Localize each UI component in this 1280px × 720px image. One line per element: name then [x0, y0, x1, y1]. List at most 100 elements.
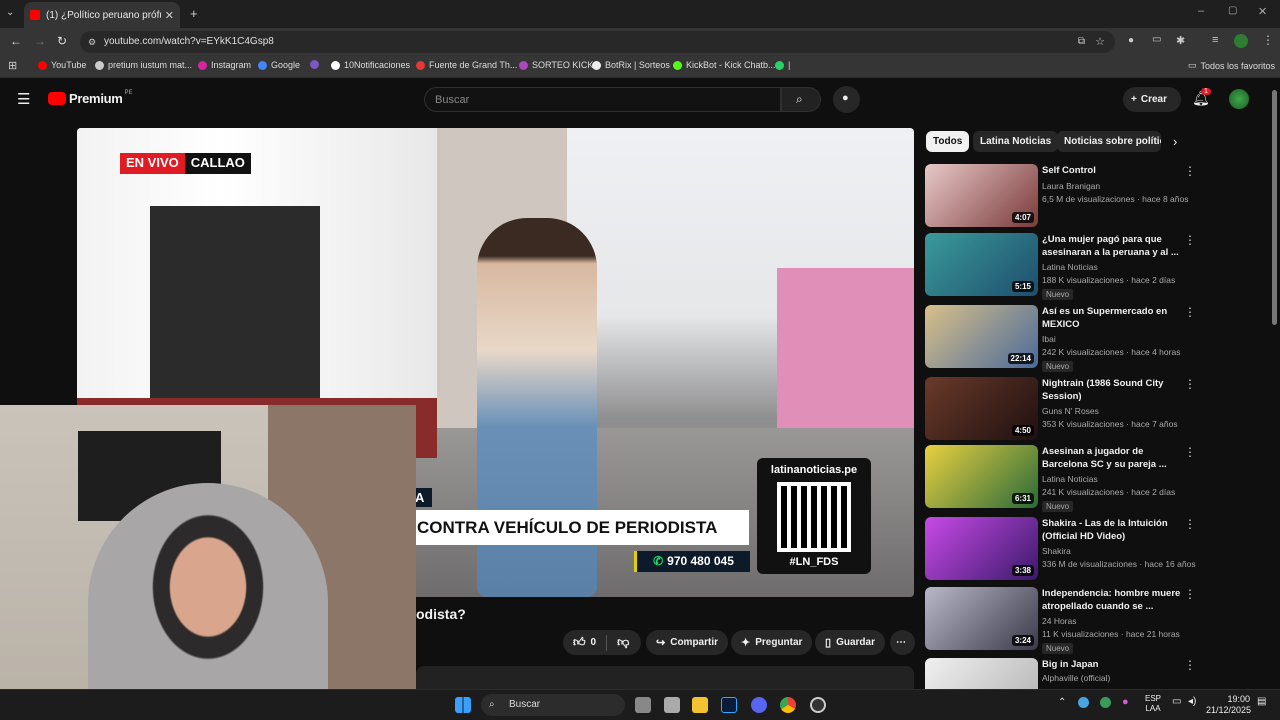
more-options-icon[interactable]: ⋮ — [1184, 445, 1196, 459]
video-thumbnail[interactable]: 3:38 — [925, 517, 1038, 580]
close-tab-icon[interactable]: ✕ — [165, 9, 174, 22]
more-options-icon[interactable]: ⋮ — [1184, 377, 1196, 391]
share-button[interactable]: ↪ Compartir — [646, 630, 729, 655]
rec-channel[interactable]: Latina Noticias — [1042, 474, 1098, 484]
network-icon[interactable]: ▭ — [1172, 696, 1181, 707]
bookmark-item[interactable]: SORTEO KICK — [519, 60, 593, 70]
chevron-right-icon[interactable]: › — [1173, 134, 1177, 149]
description-box[interactable] — [416, 666, 914, 690]
bookmark-item[interactable]: Fuente de Grand Th... — [416, 60, 517, 70]
bookmark-star-icon[interactable]: ☆ — [1095, 31, 1105, 53]
rec-channel[interactable]: Ibai — [1042, 334, 1056, 344]
bookmark-item[interactable]: Google — [258, 60, 300, 70]
dislike-icon[interactable]: 👎︎ — [617, 635, 629, 650]
video-thumbnail[interactable] — [925, 658, 1038, 689]
chip-latina-noticias[interactable]: Latina Noticias — [973, 131, 1059, 152]
tray-icon-1[interactable] — [1078, 697, 1089, 708]
system-clock[interactable]: 19:00 21/12/2025 — [1206, 694, 1251, 716]
chrome-icon[interactable] — [780, 697, 796, 713]
photoshop-icon[interactable] — [721, 697, 737, 713]
browser-menu-icon[interactable]: ⋮ — [1262, 33, 1274, 47]
microphone-tray-icon[interactable]: ● — [1122, 696, 1129, 708]
bookmark-item[interactable]: | — [775, 60, 790, 70]
video-thumbnail[interactable]: 5:15 — [925, 233, 1038, 296]
like-dislike-group[interactable]: 👍︎ 0 👎︎ — [563, 630, 641, 655]
notifications-button[interactable]: 🔔︎ 1 — [1192, 88, 1211, 107]
hamburger-menu-icon[interactable]: ☰ — [17, 90, 30, 108]
recommendation-item[interactable]: 4:07 Self Control Laura Branigan 6,5 M d… — [924, 164, 1200, 228]
maximize-button[interactable]: ▢ — [1228, 5, 1237, 16]
extension-icon-2[interactable]: ▭ — [1152, 34, 1161, 45]
recommendation-item[interactable]: 5:15 ¿Una mujer pagó para que asesinaran… — [924, 233, 1200, 300]
video-thumbnail[interactable]: 4:07 — [925, 164, 1038, 227]
more-options-icon[interactable]: ⋮ — [1184, 587, 1196, 601]
bookmark-item[interactable]: BotRix | Sorteos — [592, 60, 670, 70]
bookmark-item[interactable] — [310, 60, 323, 69]
rec-title[interactable]: Independencia: hombre muere atropellado … — [1042, 587, 1182, 613]
new-tab-button[interactable]: + — [190, 6, 198, 21]
reload-icon[interactable]: ↻ — [57, 34, 67, 48]
media-icon[interactable]: ≡ — [1212, 34, 1218, 46]
more-options-icon[interactable]: ⋮ — [1184, 517, 1196, 531]
search-button[interactable]: ⌕ — [781, 87, 821, 112]
show-hidden-icons[interactable]: ⌃ — [1058, 697, 1066, 708]
rec-channel[interactable]: Alphaville (official) — [1042, 673, 1110, 683]
bookmark-item[interactable]: Instagram — [198, 60, 251, 70]
create-button[interactable]: + Crear — [1123, 87, 1181, 112]
like-icon[interactable]: 👍︎ — [573, 635, 586, 650]
windows-start-icon[interactable] — [455, 697, 471, 713]
more-options-icon[interactable]: ⋮ — [1184, 164, 1196, 178]
chip-todos[interactable]: Todos — [926, 131, 970, 152]
ask-button[interactable]: ✦ Preguntar — [731, 630, 813, 655]
site-info-icon[interactable]: ⚙ — [88, 31, 96, 53]
recommendation-item[interactable]: 6:31 Asesinan a jugador de Barcelona SC … — [924, 445, 1200, 512]
more-options-icon[interactable]: ⋮ — [1184, 233, 1196, 247]
taskbar-search[interactable]: ⌕ Buscar — [481, 694, 625, 716]
rec-title[interactable]: Self Control — [1042, 164, 1182, 177]
recommendation-item[interactable]: 22:14 Así es un Supermercado en MEXICO I… — [924, 305, 1200, 372]
more-actions-button[interactable]: ⋯ — [890, 630, 915, 655]
rec-channel[interactable]: Latina Noticias — [1042, 262, 1098, 272]
rec-channel[interactable]: 24 Horas — [1042, 616, 1077, 626]
discord-icon[interactable] — [751, 697, 767, 713]
profile-avatar[interactable] — [1234, 34, 1248, 48]
close-window-button[interactable]: ✕ — [1258, 5, 1267, 18]
url-bar[interactable]: ⚙ youtube.com/watch?v=EYkK1C4Gsp8 ⧉ ☆ — [80, 31, 1115, 53]
extensions-puzzle-icon[interactable]: ✱ — [1176, 34, 1185, 47]
bookmark-item[interactable]: YouTube — [38, 60, 86, 70]
youtube-logo[interactable]: Premium PE — [48, 90, 133, 106]
app-icon[interactable] — [664, 697, 680, 713]
recommendation-item[interactable]: 3:24 Independencia: hombre muere atropel… — [924, 587, 1200, 654]
video-thumbnail[interactable]: 3:24 — [925, 587, 1038, 650]
rec-title[interactable]: Shakira - Las de la Intuición (Official … — [1042, 517, 1182, 543]
bookmark-item[interactable]: 10Notificaciones — [331, 60, 410, 70]
more-options-icon[interactable]: ⋮ — [1184, 658, 1196, 672]
back-icon[interactable]: ← — [10, 34, 22, 48]
obs-icon[interactable] — [810, 697, 826, 713]
account-avatar[interactable] — [1229, 89, 1249, 109]
recommendation-item[interactable]: 3:38 Shakira - Las de la Intuición (Offi… — [924, 517, 1200, 581]
save-button[interactable]: ▯ Guardar — [815, 630, 885, 655]
rec-title[interactable]: Big in Japan — [1042, 658, 1182, 671]
rec-title[interactable]: ¿Una mujer pagó para que asesinaran a la… — [1042, 233, 1182, 259]
voice-search-button[interactable]: ● — [833, 86, 860, 113]
bookmark-item[interactable]: pretium iustum mat... — [95, 60, 192, 70]
apps-grid-icon[interactable]: ⊞ — [8, 59, 17, 72]
minimize-button[interactable]: – — [1198, 5, 1204, 17]
video-thumbnail[interactable]: 22:14 — [925, 305, 1038, 368]
recommendation-item[interactable]: 4:50 Nightrain (1986 Sound City Session)… — [924, 377, 1200, 441]
recommendation-item[interactable]: Big in Japan Alphaville (official) ⋮ — [924, 658, 1200, 689]
notification-center-icon[interactable]: ▤ — [1257, 696, 1266, 707]
chip-noticias-politica[interactable]: Noticias sobre polític — [1057, 131, 1161, 152]
tab-list-button[interactable]: ⌄ — [6, 7, 14, 18]
search-input[interactable]: Buscar — [424, 87, 781, 112]
rec-title[interactable]: Asesinan a jugador de Barcelona SC y su … — [1042, 445, 1182, 471]
rec-title[interactable]: Nightrain (1986 Sound City Session) — [1042, 377, 1182, 403]
rec-channel[interactable]: Guns N' Roses — [1042, 406, 1099, 416]
page-scrollbar[interactable] — [1272, 90, 1277, 325]
browser-tab-active[interactable]: (1) ¿Político peruano prófugo d ✕ — [24, 2, 180, 28]
language-indicator[interactable]: ESP LAA — [1145, 694, 1161, 714]
volume-icon[interactable]: ◂) — [1188, 696, 1196, 707]
extension-icon-1[interactable]: ● — [1128, 35, 1134, 46]
rec-title[interactable]: Así es un Supermercado en MEXICO — [1042, 305, 1182, 331]
